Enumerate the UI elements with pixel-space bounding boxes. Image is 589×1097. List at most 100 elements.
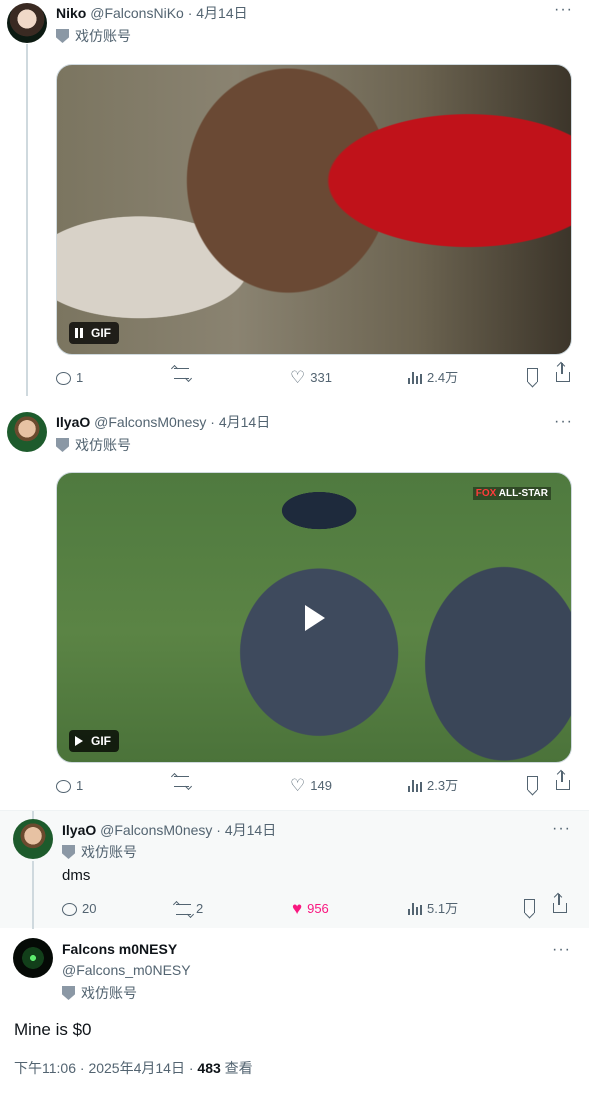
tweet-text: Mine is $0 <box>14 1020 92 1039</box>
heart-filled-icon: ♥ <box>292 899 303 918</box>
broadcast-event: ALL-STAR <box>498 488 548 499</box>
affiliation-label: 戏仿账号 <box>56 436 131 454</box>
gif-badge[interactable]: GIF <box>69 730 119 752</box>
gif-media[interactable]: FOX ALL-STAR GIF <box>56 472 572 763</box>
tweet-niko[interactable]: Niko @FalconsNiKo · 4月14日 ··· 戏仿账号 GIF 1… <box>0 0 589 400</box>
affiliation-label: 戏仿账号 <box>62 843 137 861</box>
avatar[interactable] <box>13 938 53 978</box>
share-icon <box>556 771 570 790</box>
tweet-date[interactable]: 4月14日 <box>196 5 247 21</box>
like-button[interactable]: ♥ 956 <box>292 899 329 919</box>
more-options-icon[interactable]: ··· <box>554 414 573 430</box>
display-name[interactable]: IlyaO <box>56 414 90 430</box>
avatar[interactable] <box>7 412 47 452</box>
play-small-icon[interactable] <box>75 736 83 746</box>
bookmark-button[interactable] <box>527 368 538 382</box>
tweet-text: dms <box>62 867 91 884</box>
separator: · <box>188 1060 194 1076</box>
display-name[interactable]: IlyaO <box>62 822 96 838</box>
tweet-ilya-gif[interactable]: IlyaO @FalconsM0nesy · 4月14日 ··· 戏仿账号 FO… <box>0 400 589 810</box>
reply-button[interactable]: 20 <box>62 899 96 919</box>
retweet-icon <box>174 368 189 379</box>
main-handle[interactable]: @Falcons_m0NESY <box>62 961 191 979</box>
like-count: 956 <box>307 901 329 916</box>
heart-icon: ♡ <box>290 368 306 387</box>
handle[interactable]: @FalconsM0nesy <box>94 414 206 430</box>
share-button[interactable] <box>556 363 570 382</box>
play-icon[interactable] <box>305 605 325 631</box>
share-button[interactable] <box>553 894 567 913</box>
reply-icon <box>62 902 77 916</box>
bookmark-button[interactable] <box>527 776 538 790</box>
views-button[interactable]: 2.3万 <box>408 776 458 796</box>
like-count: 331 <box>310 370 332 385</box>
heart-icon: ♡ <box>290 776 306 795</box>
share-button[interactable] <box>556 771 570 790</box>
tweet-date[interactable]: 4月14日 <box>225 822 276 838</box>
reply-count: 1 <box>76 370 84 385</box>
retweet-button[interactable] <box>174 368 194 379</box>
handle[interactable]: @FalconsNiKo <box>90 5 184 21</box>
views-count: 2.4万 <box>427 370 459 385</box>
tweet-date[interactable]: 4月14日 <box>219 414 270 430</box>
parody-badge-icon <box>62 986 75 1000</box>
retweet-button[interactable] <box>174 776 194 787</box>
reply-button[interactable]: 1 <box>56 776 83 796</box>
retweet-icon <box>176 903 191 915</box>
tweet-ilya-reply[interactable]: IlyaO @FalconsM0nesy · 4月14日 ··· 戏仿账号 dm… <box>0 810 589 929</box>
more-options-icon[interactable]: ··· <box>552 942 571 958</box>
tweet-header: IlyaO @FalconsM0nesy · 4月14日 <box>62 821 276 839</box>
affiliation-text: 戏仿账号 <box>81 844 137 860</box>
views-label: 查看 <box>224 1060 253 1076</box>
tweet-meta: 下午11:06 · 2025年4月14日 · 483 查看 <box>14 1059 253 1077</box>
views-icon <box>408 903 422 915</box>
avatar[interactable] <box>13 819 53 859</box>
display-name[interactable]: Niko <box>56 5 86 21</box>
tweet-full-date[interactable]: 2025年4月14日 <box>88 1060 185 1076</box>
views-icon <box>408 372 422 384</box>
affiliation-text: 戏仿账号 <box>75 437 131 453</box>
tweet-actions: 1 ♡ 149 2.3万 <box>56 771 572 796</box>
tweet-actions: 1 ♡ 331 2.4万 <box>56 363 572 388</box>
more-options-icon[interactable]: ··· <box>554 2 573 18</box>
broadcast-logo: FOX ALL-STAR <box>472 487 551 500</box>
retweet-button[interactable]: 2 <box>176 899 203 919</box>
main-display-name[interactable]: Falcons m0NESY <box>62 940 177 958</box>
handle[interactable]: @FalconsM0nesy <box>100 822 212 838</box>
views-button[interactable]: 2.4万 <box>408 368 458 388</box>
separator: · <box>216 822 221 838</box>
gif-media[interactable]: GIF <box>56 64 572 355</box>
avatar[interactable] <box>7 3 47 43</box>
like-button[interactable]: ♡ 149 <box>290 776 332 796</box>
main-tweet: Falcons m0NESY @Falcons_m0NESY ··· 戏仿账号 … <box>0 928 589 1097</box>
parody-badge-icon <box>56 29 69 43</box>
like-button[interactable]: ♡ 331 <box>290 368 332 388</box>
bookmark-icon <box>527 776 538 790</box>
bookmark-icon <box>527 368 538 382</box>
reply-button[interactable]: 1 <box>56 368 83 388</box>
bookmark-icon <box>524 899 535 913</box>
separator: · <box>210 414 215 430</box>
reply-count: 1 <box>76 778 84 793</box>
views-button[interactable]: 5.1万 <box>408 899 458 919</box>
tweet-time[interactable]: 下午11:06 <box>14 1060 76 1076</box>
separator: · <box>187 5 193 21</box>
views-icon <box>408 780 422 792</box>
parody-badge-icon <box>56 438 69 452</box>
thread-line <box>26 44 28 396</box>
thread-line <box>32 811 34 819</box>
affiliation-text: 戏仿账号 <box>75 28 131 44</box>
parody-badge-icon <box>62 845 75 859</box>
display-name[interactable]: Falcons m0NESY <box>62 941 177 957</box>
share-icon <box>553 894 567 913</box>
views-count: 483 <box>197 1060 221 1076</box>
reply-count: 20 <box>82 901 97 916</box>
gif-badge[interactable]: GIF <box>69 322 119 344</box>
views-count: 5.1万 <box>427 901 459 916</box>
tweet-header: IlyaO @FalconsM0nesy · 4月14日 <box>56 413 270 431</box>
pause-icon[interactable] <box>75 328 83 338</box>
more-options-icon[interactable]: ··· <box>552 821 571 837</box>
like-count: 149 <box>310 778 332 793</box>
bookmark-button[interactable] <box>524 899 535 913</box>
thread-line <box>32 861 34 929</box>
